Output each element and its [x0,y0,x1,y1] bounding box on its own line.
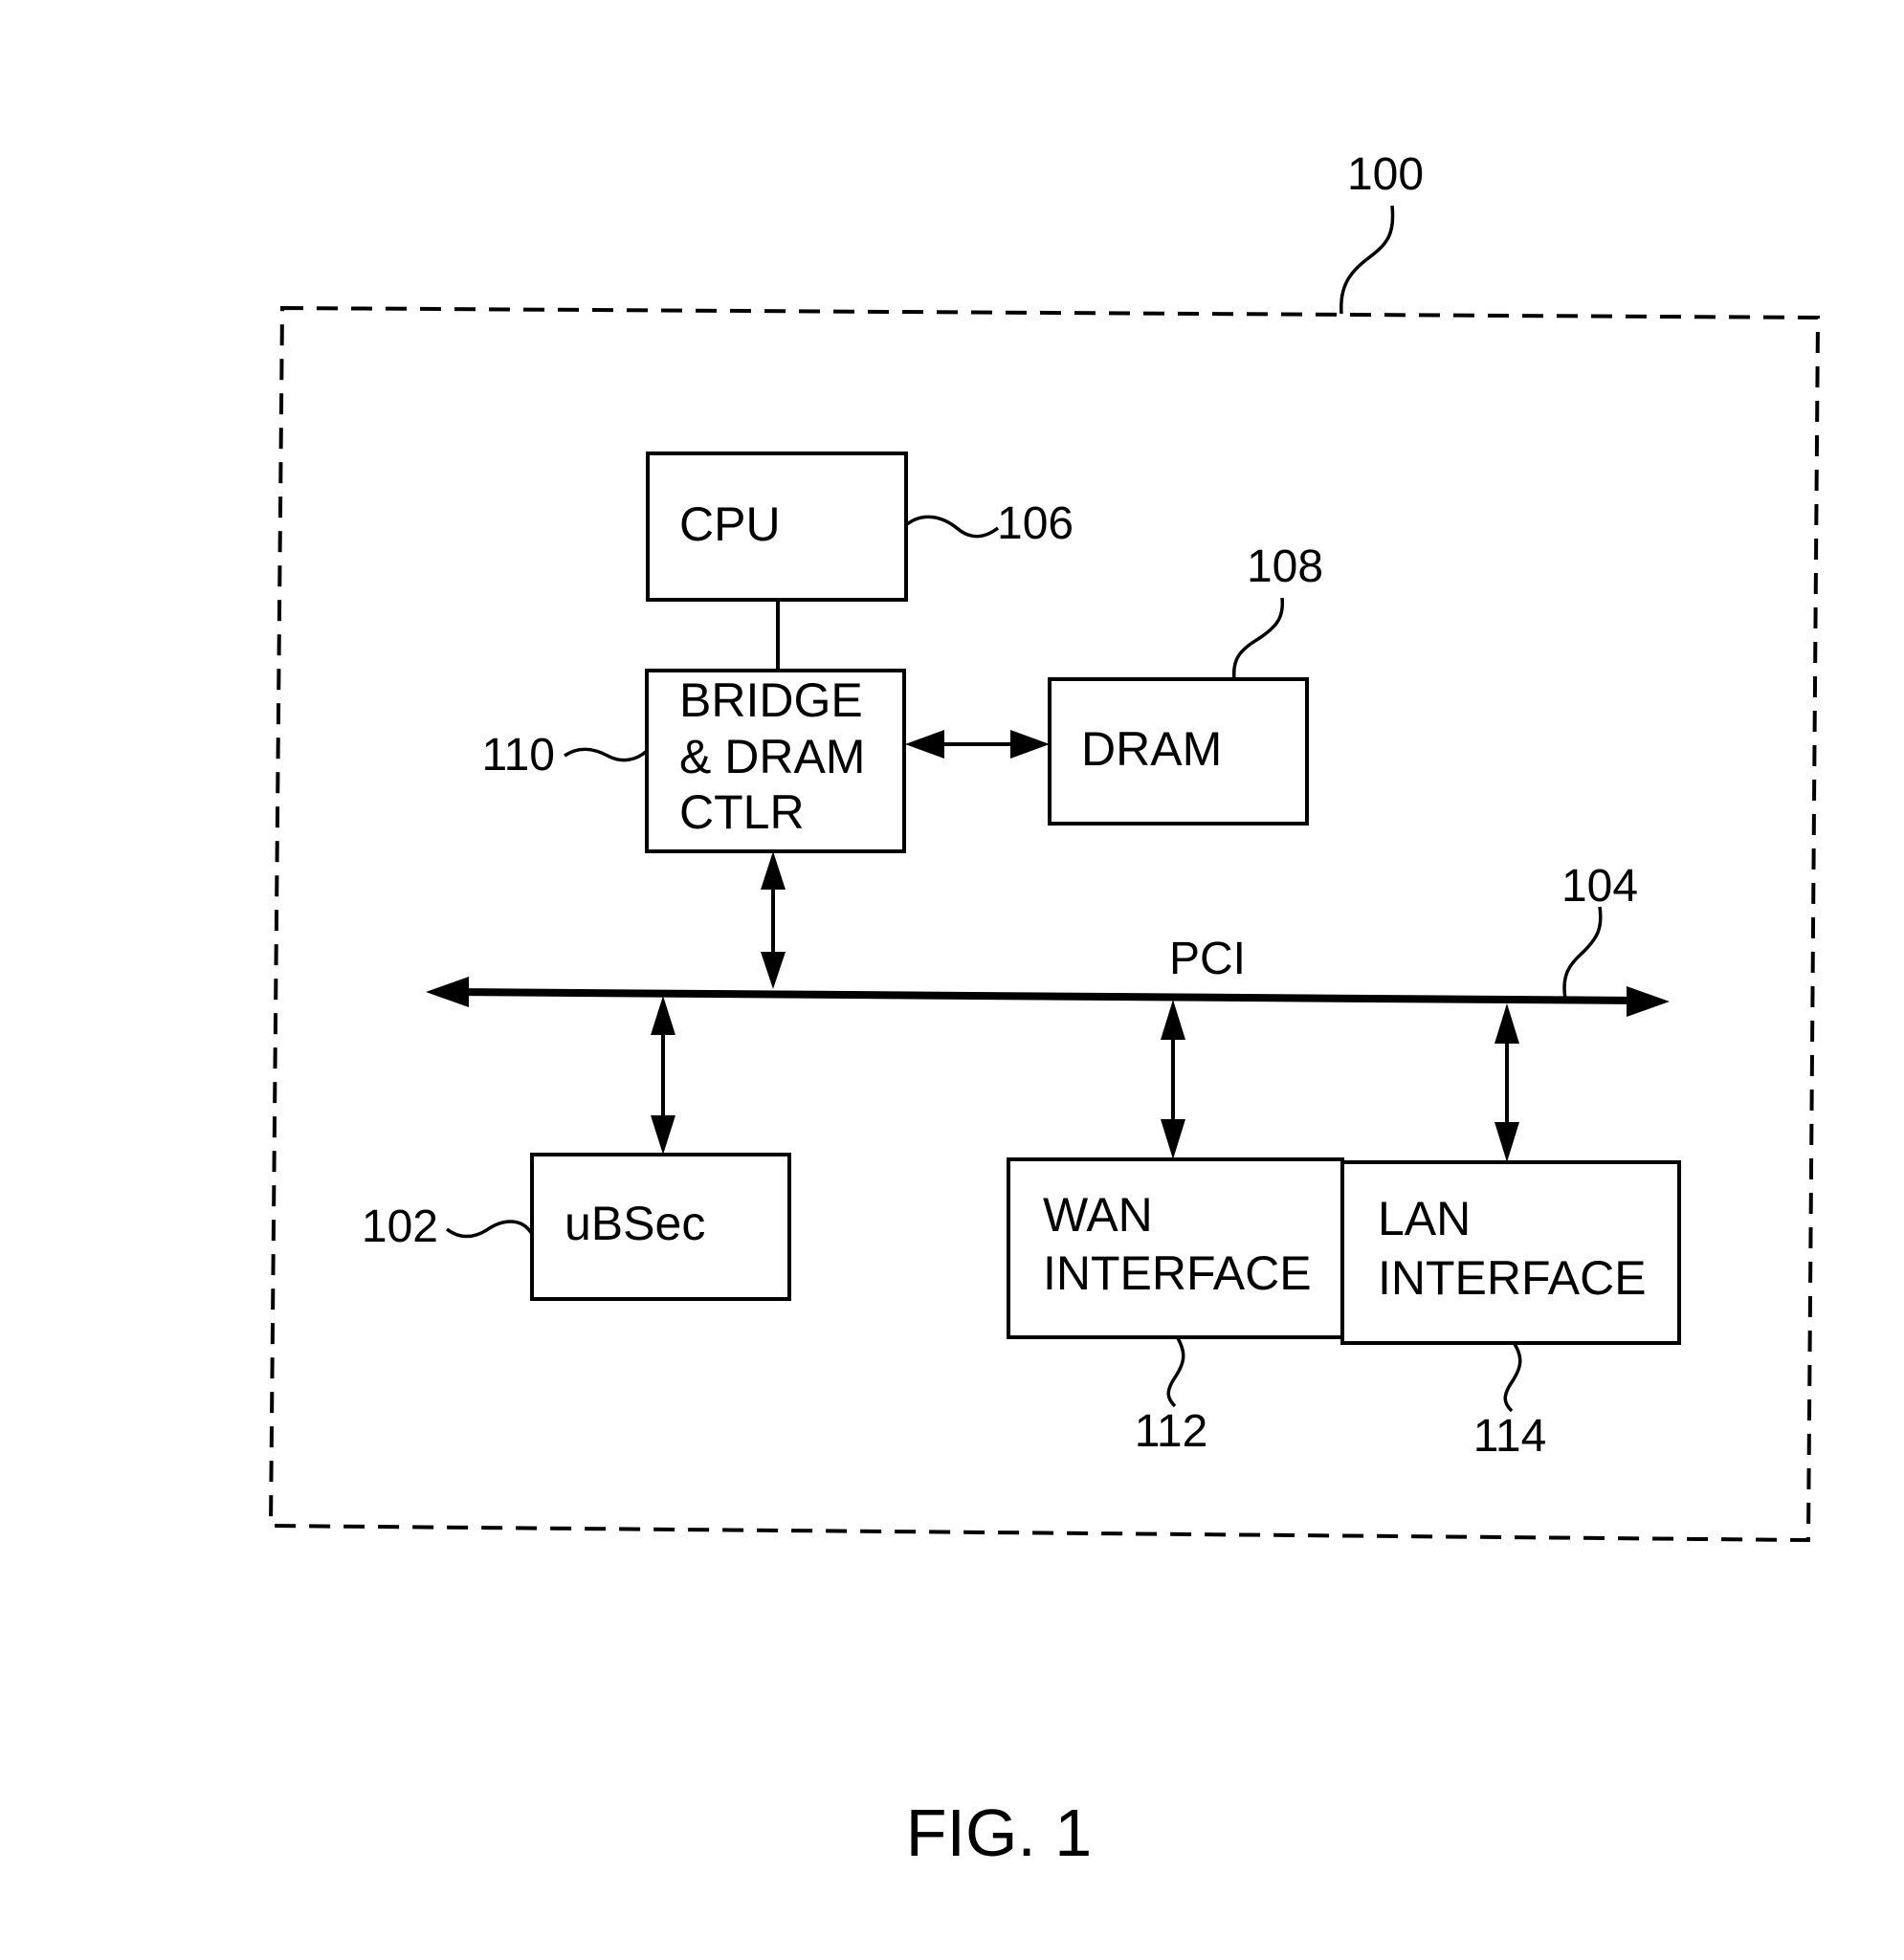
figure-caption: FIG. 1 [906,1795,1092,1870]
ref-label-106: 106 [997,498,1074,549]
arrowhead-up [1494,1003,1519,1044]
wan-label-line1: WAN [1043,1188,1153,1242]
ref-label-100: 100 [1347,149,1424,200]
ref-label-104: 104 [1561,861,1638,912]
bridge-label-line3: CTLR [679,785,805,839]
pci-label: PCI [1169,934,1246,984]
wan-label-line2: INTERFACE [1043,1246,1312,1300]
block-diagram: 100 CPU 106 BRIDGE & DRAM CTLR 110 DRAM … [268,149,1821,1870]
arrowhead-down [1494,1122,1519,1162]
arrowhead-down [1161,1119,1185,1159]
bridge-label-line2: & DRAM [679,730,865,783]
pci-arrowhead-left [426,977,469,1007]
ref-label-102: 102 [362,1201,438,1252]
arrowhead-down [761,952,786,989]
arrowhead-up [651,996,675,1035]
arrowhead-up [761,851,786,890]
arrowhead-right [1010,730,1050,759]
pci-bus [449,988,1642,1004]
ref-label-108: 108 [1247,541,1323,592]
leader-line-114 [1503,1343,1522,1413]
ubsec-label: uBSec [565,1197,705,1250]
leader-line-106 [905,515,1000,539]
leader-line-112 [1166,1337,1185,1408]
lan-label-line2: INTERFACE [1378,1251,1647,1305]
ref-label-110: 110 [481,730,555,781]
leader-line-104 [1562,906,1603,1000]
arrowhead-up [1161,1000,1185,1040]
bridge-label-line1: BRIDGE [679,673,863,727]
leader-line-100 [1339,205,1395,315]
arrowhead-down [651,1115,675,1155]
dram-label: DRAM [1081,722,1222,776]
ref-label-114: 114 [1473,1411,1547,1462]
lan-label-line1: LAN [1378,1192,1471,1245]
leader-line-110 [564,747,649,762]
cpu-label: CPU [679,497,781,551]
system-boundary [268,305,1821,1543]
arrowhead-left [905,730,944,759]
leader-line-102 [445,1220,534,1239]
pci-arrowhead-right [1627,986,1670,1017]
ref-label-112: 112 [1135,1406,1208,1457]
leader-line-108 [1231,597,1285,680]
